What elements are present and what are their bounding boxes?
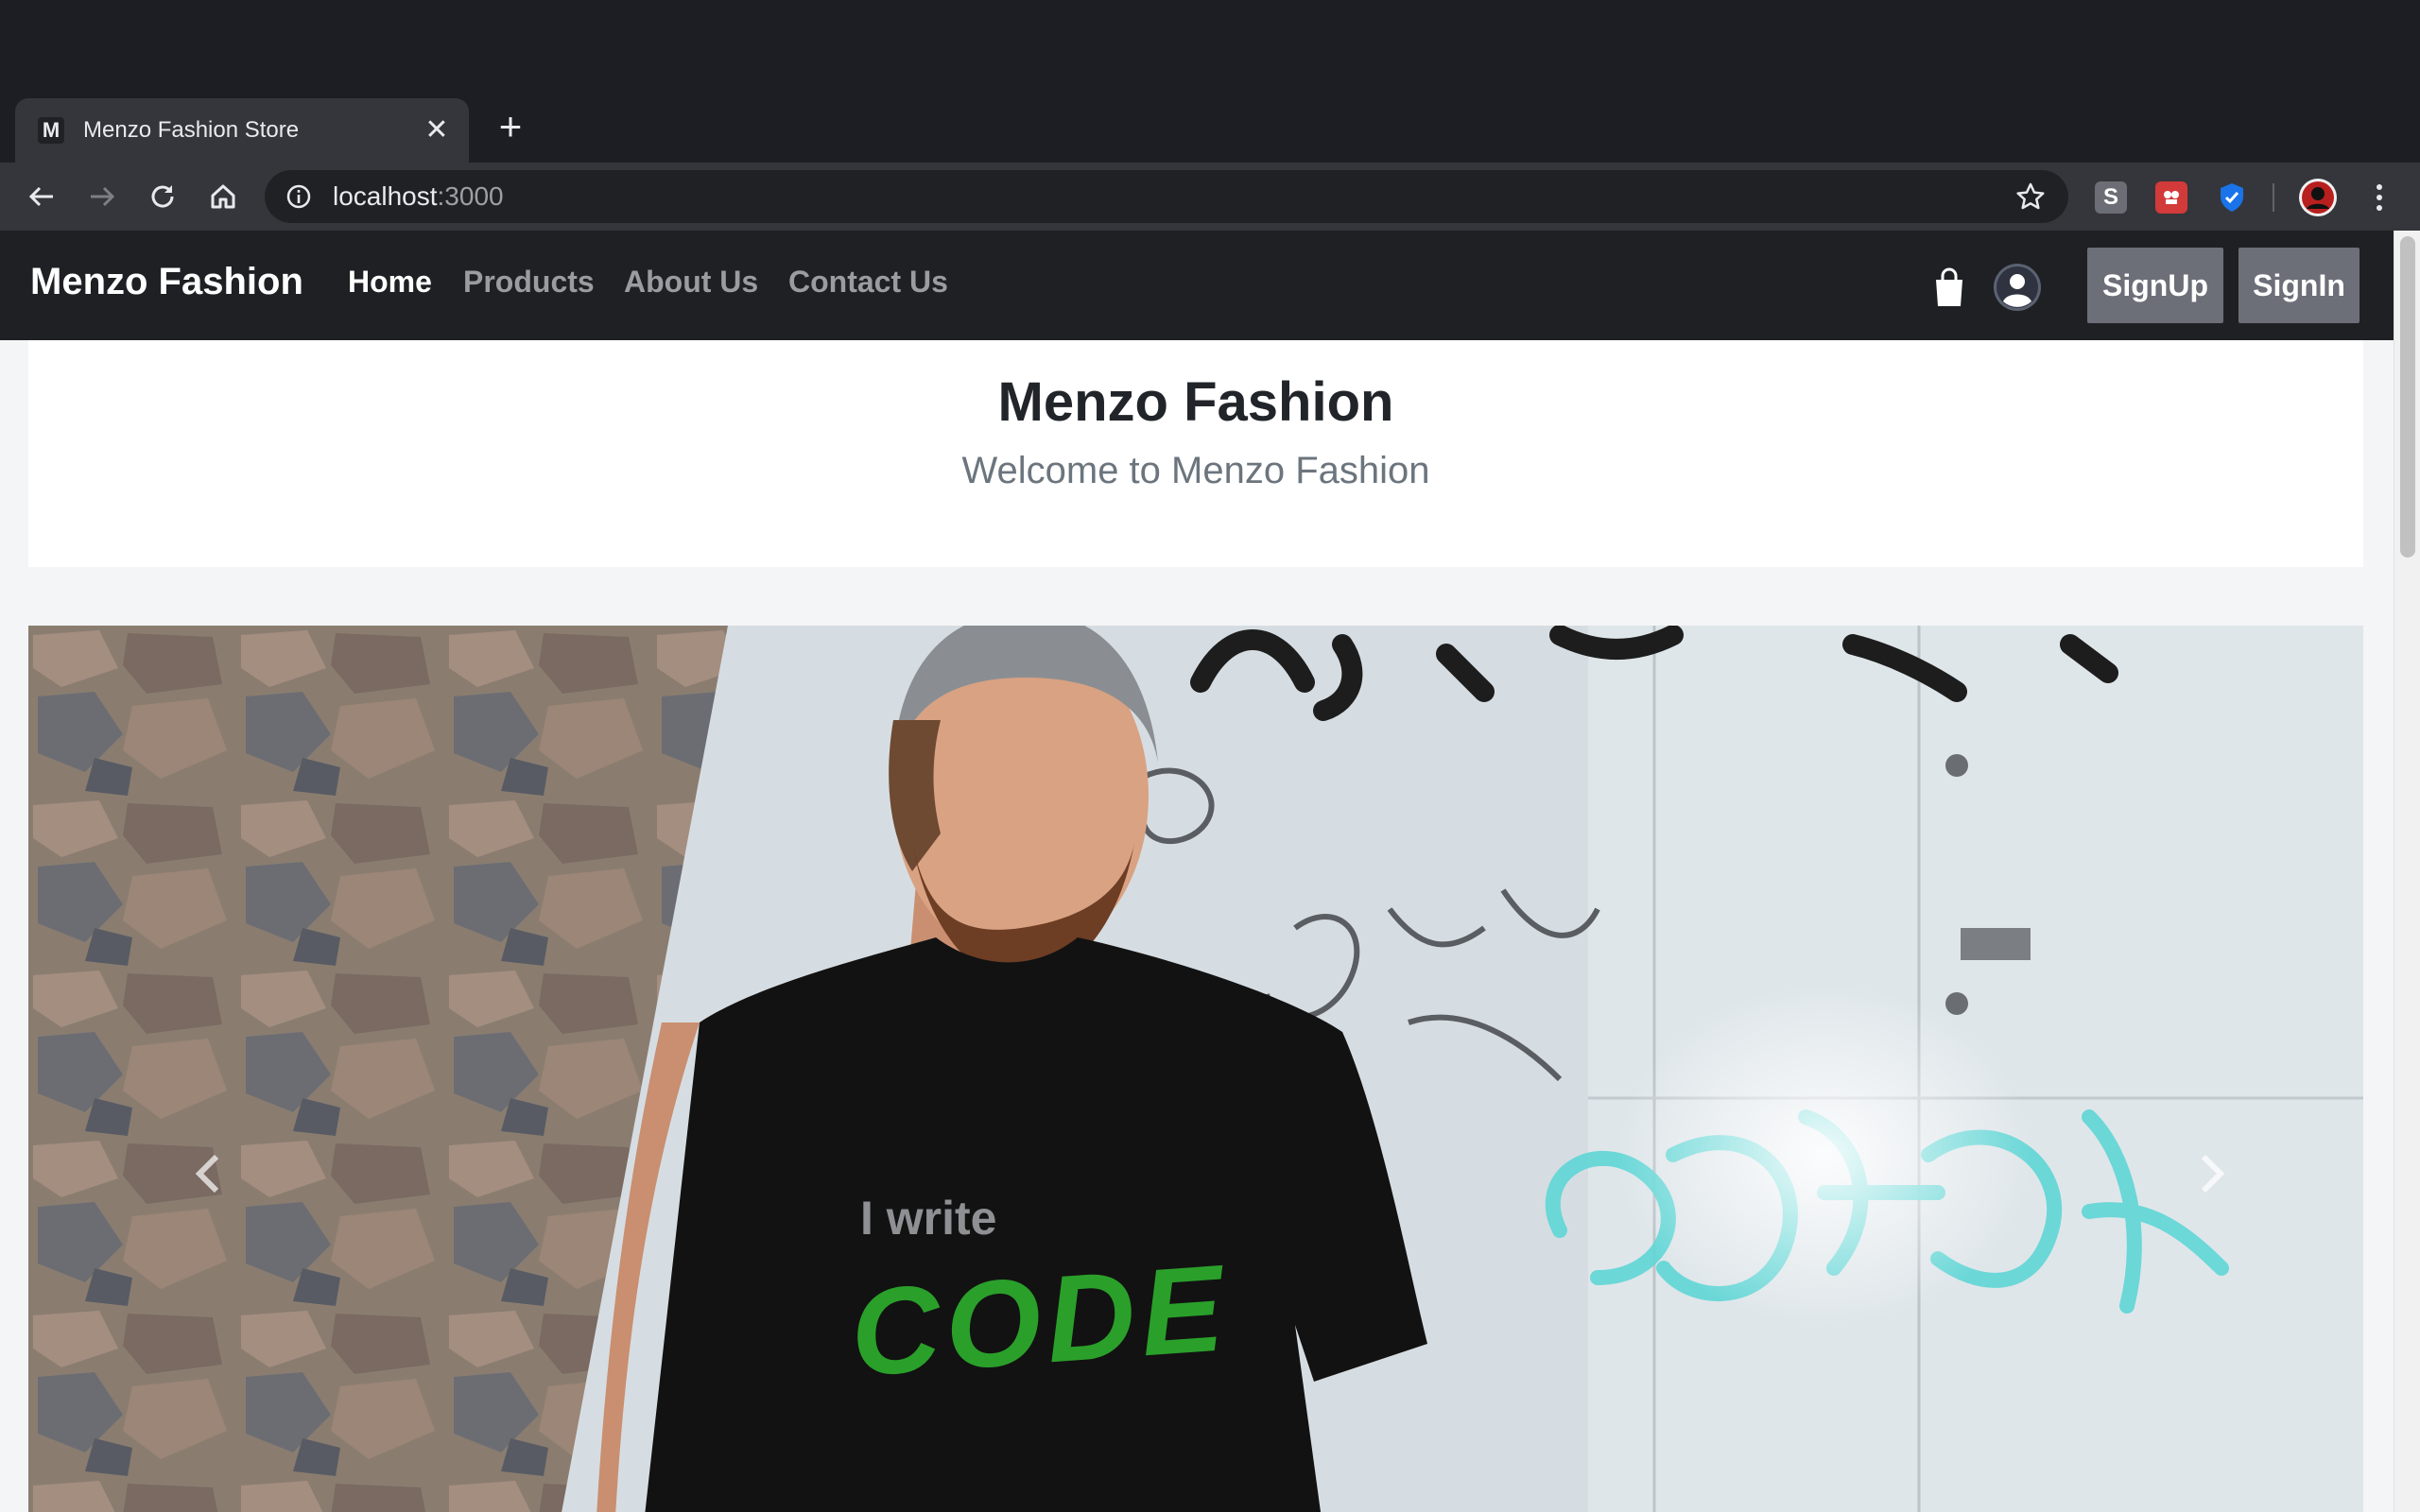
favicon-icon: M xyxy=(38,117,64,144)
scrollbar-thumb[interactable] xyxy=(2400,236,2415,558)
site-info-icon[interactable] xyxy=(285,183,312,210)
forward-icon[interactable] xyxy=(79,174,125,219)
hero-banner: Menzo Fashion Welcome to Menzo Fashion xyxy=(28,340,2363,567)
signup-button[interactable]: SignUp xyxy=(2087,248,2223,323)
hero-title: Menzo Fashion xyxy=(997,371,1394,433)
red-extension-icon[interactable] xyxy=(2155,181,2187,214)
browser-titlebar: M Menzo Fashion Store ✕ + xyxy=(0,0,2420,163)
home-icon[interactable] xyxy=(200,174,246,219)
url-port: :3000 xyxy=(437,181,504,211)
url-host: localhost xyxy=(333,181,438,211)
user-account-icon[interactable] xyxy=(1993,263,2042,312)
image-carousel: I write CODE xyxy=(28,626,2363,1512)
reload-icon[interactable] xyxy=(140,174,185,219)
nav-link-about-us[interactable]: About Us xyxy=(624,265,758,300)
close-tab-icon[interactable]: ✕ xyxy=(424,116,450,145)
address-bar[interactable]: localhost:3000 xyxy=(265,170,2068,223)
nav-link-contact-us[interactable]: Contact Us xyxy=(788,265,948,300)
profile-avatar-icon[interactable] xyxy=(2299,179,2337,216)
nav-link-home[interactable]: Home xyxy=(348,265,432,300)
bookmark-star-icon[interactable] xyxy=(2015,181,2046,212)
hero-subtitle: Welcome to Menzo Fashion xyxy=(961,450,1430,491)
back-icon[interactable] xyxy=(19,174,64,219)
shield-extension-icon[interactable] xyxy=(2216,181,2248,214)
toolbar-separator xyxy=(2273,183,2274,212)
browser-toolbar: localhost:3000 S xyxy=(0,163,2420,231)
chevron-left-icon[interactable] xyxy=(180,1136,236,1211)
brand-logo[interactable]: Menzo Fashion xyxy=(30,261,303,303)
site-navbar: Menzo Fashion Home Products About Us Con… xyxy=(0,231,2394,340)
s-extension-icon[interactable]: S xyxy=(2095,181,2127,214)
shirt-print-line1: I write xyxy=(860,1192,997,1245)
browser-tab[interactable]: M Menzo Fashion Store ✕ xyxy=(15,98,469,163)
new-tab-button[interactable]: + xyxy=(493,107,527,146)
shopping-bag-icon[interactable] xyxy=(1932,266,1966,308)
page-viewport: Menzo Fashion Home Products About Us Con… xyxy=(0,231,2420,1512)
signin-button[interactable]: SignIn xyxy=(2238,248,2360,323)
tab-title: Menzo Fashion Store xyxy=(83,117,300,143)
browser-menu-icon[interactable] xyxy=(2363,181,2395,214)
nav-link-products[interactable]: Products xyxy=(463,265,595,300)
page-scrollbar[interactable] xyxy=(2394,231,2420,1512)
chevron-right-icon[interactable] xyxy=(2184,1136,2240,1211)
shirt-print-line2: CODE xyxy=(846,1238,1234,1402)
